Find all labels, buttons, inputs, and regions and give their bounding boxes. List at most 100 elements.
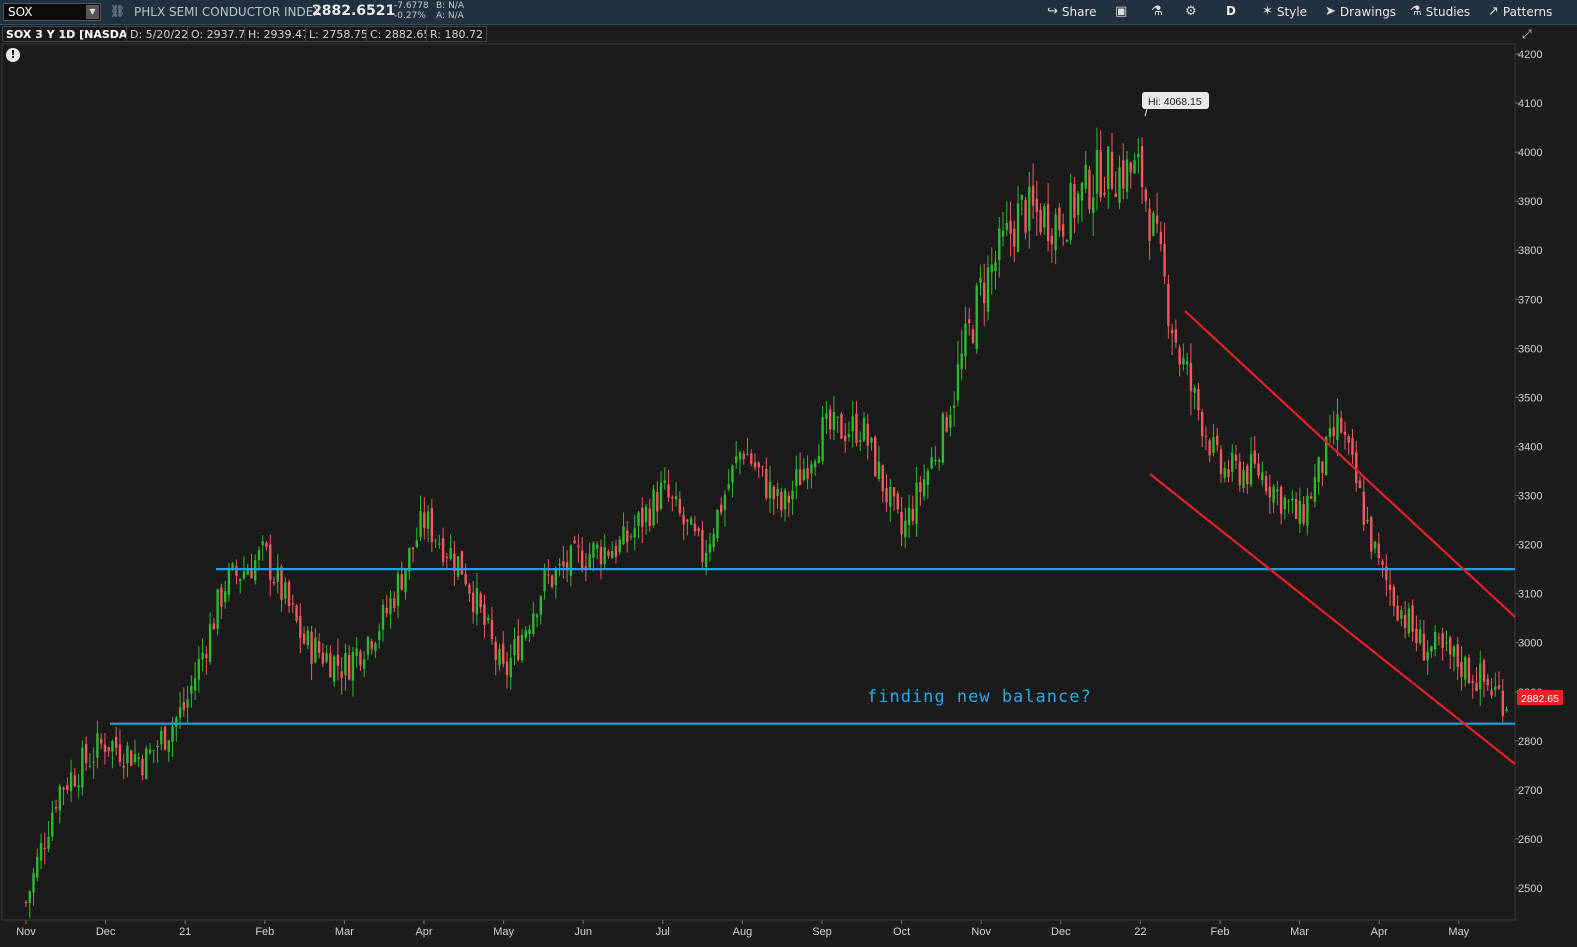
time-tick-label: Mar — [335, 926, 354, 938]
price-tick-label: 3600 — [1518, 343, 1542, 355]
candle-body — [1133, 160, 1136, 174]
candle-body — [1148, 208, 1151, 241]
candle-body — [1092, 197, 1095, 213]
candle-body — [1129, 162, 1132, 173]
candle-body — [152, 749, 155, 751]
candle-body — [96, 733, 99, 758]
candle-body — [1219, 449, 1223, 475]
candle-body — [306, 630, 310, 646]
candle-body — [765, 469, 768, 499]
candle-body — [175, 717, 178, 727]
candle-body — [1370, 516, 1373, 552]
candle-body — [88, 765, 92, 767]
candle-body — [1456, 644, 1459, 667]
price-tick-label: 3100 — [1518, 589, 1542, 601]
candle-body — [1054, 214, 1057, 251]
candle-body — [1253, 450, 1256, 464]
candle-body — [704, 552, 708, 567]
candle-body — [167, 740, 170, 752]
candle-body — [637, 512, 640, 527]
candle-body — [1392, 586, 1396, 607]
high-label-text: Hi: 4068.15 — [1148, 96, 1202, 108]
candle-body — [114, 736, 118, 748]
candle-body — [1467, 657, 1471, 683]
candle-body — [1287, 501, 1290, 503]
candle-body — [122, 765, 125, 768]
candle-body — [1400, 610, 1403, 619]
candle-body — [547, 574, 550, 576]
alert-icon[interactable]: ! — [6, 48, 20, 62]
price-axis[interactable]: 4200 4100 4000 3900 3800 3700 3600 3500 3400 3300… — [1514, 44, 1542, 920]
candle-body — [689, 518, 693, 525]
candle-body — [843, 435, 847, 442]
candle-body — [43, 848, 46, 850]
price-tick-label: 3800 — [1518, 245, 1542, 257]
price-chart[interactable]: 4200 4100 4000 3900 3800 3700 3600 3500 3400 3300… — [0, 0, 1577, 947]
candle-body — [1403, 614, 1407, 629]
candle-body — [419, 511, 422, 538]
candle-body — [952, 405, 956, 408]
candle-body — [456, 556, 460, 577]
candle-body — [449, 547, 452, 560]
candle-body — [783, 490, 787, 510]
candle-body — [220, 587, 223, 607]
price-tick-label: 3200 — [1518, 540, 1542, 552]
candle-body — [77, 785, 80, 787]
candle-body — [599, 546, 603, 565]
candle-body — [411, 547, 415, 550]
candle-body — [813, 461, 817, 468]
candle-body — [701, 529, 704, 562]
candle-body — [272, 581, 276, 584]
candle-body — [795, 469, 798, 487]
candle-body — [532, 613, 535, 634]
price-tick-label: 4000 — [1518, 147, 1542, 159]
candle-body — [261, 541, 264, 546]
candle-body — [1321, 461, 1324, 473]
candle-body — [178, 707, 182, 718]
candle-body — [182, 702, 186, 710]
candle-body — [517, 635, 520, 660]
candle-body — [851, 416, 854, 432]
candle-body — [1084, 164, 1087, 189]
candle-body — [163, 726, 167, 750]
candle-body — [1009, 220, 1012, 235]
candle-body — [569, 545, 573, 576]
annotation-text[interactable]: finding new balance? — [867, 687, 1092, 707]
candle-body — [892, 487, 896, 497]
candle-body — [877, 461, 881, 480]
candle-body — [1441, 633, 1444, 648]
candle-body — [1479, 663, 1482, 690]
candle-body — [603, 547, 606, 565]
candle-body — [922, 479, 926, 497]
candle-body — [193, 678, 197, 691]
time-tick-label: May — [493, 926, 514, 938]
time-axis[interactable]: Nov Dec 21 Feb Mar Apr May Jun Jul Aug Sep Oct Nov De… — [2, 919, 1515, 938]
candle-body — [727, 484, 730, 490]
candle-body — [618, 539, 621, 553]
candle-body — [126, 745, 129, 764]
last-price-tag: 2882.65 — [1517, 690, 1563, 705]
candle-body — [438, 543, 441, 545]
time-tick-label: Jun — [574, 926, 592, 938]
candle-body — [900, 511, 903, 535]
candle-body — [1073, 184, 1076, 218]
candle-body — [1306, 495, 1309, 526]
candle-body — [487, 617, 490, 621]
candle-body — [911, 509, 915, 521]
candle-body — [494, 641, 497, 660]
candle-body — [1497, 685, 1501, 689]
candle-body — [1118, 167, 1121, 203]
candle-body — [712, 534, 715, 548]
candle-body — [930, 457, 933, 469]
candle-body — [1178, 347, 1181, 365]
candle-body — [798, 469, 802, 485]
candle-body — [671, 497, 674, 499]
candle-body — [190, 685, 193, 694]
candle-body — [840, 413, 843, 439]
candle-body — [862, 418, 866, 441]
candle-body — [1332, 427, 1335, 437]
expand-icon[interactable]: ⤢ — [1522, 27, 1532, 42]
price-tick-label: 3300 — [1518, 491, 1542, 503]
time-tick-label: Oct — [893, 926, 910, 938]
candle-body — [464, 573, 467, 585]
